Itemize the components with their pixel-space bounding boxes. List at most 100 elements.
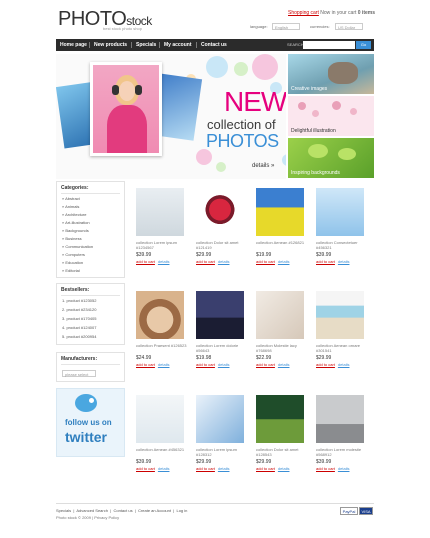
product-image[interactable] (196, 188, 244, 236)
product-name[interactable]: collection Lorem ipsum #1234567 (136, 240, 188, 250)
category-item[interactable]: » Communication (62, 244, 93, 250)
details-link[interactable]: details (218, 466, 230, 471)
add-to-cart-button[interactable]: add to cart (136, 362, 155, 367)
nav-my-account[interactable]: My account (164, 39, 192, 51)
footer-link-create-account[interactable]: Create an Account (138, 508, 171, 513)
add-to-cart-button[interactable]: add to cart (316, 259, 335, 264)
nav-home[interactable]: Home page (60, 39, 87, 51)
details-link[interactable]: details (338, 259, 350, 264)
details-link[interactable]: details (278, 259, 290, 264)
details-link[interactable]: details (338, 466, 350, 471)
details-link[interactable]: details (218, 259, 230, 264)
product-actions: add to cart details (196, 362, 229, 367)
category-item[interactable]: » Backgrounds (62, 228, 89, 234)
product-price: $19.98 (196, 355, 212, 361)
product-image[interactable] (136, 291, 184, 339)
nav-specials[interactable]: Specials (136, 39, 156, 51)
category-item[interactable]: » Art-illustration (62, 220, 90, 226)
footer-link-advanced-search[interactable]: Advanced Search (76, 508, 108, 513)
search-input[interactable] (303, 41, 355, 49)
manufacturer-select[interactable]: please select (62, 370, 96, 377)
thumb-inspiring-backgrounds[interactable]: Inspiring backgrounds (288, 138, 374, 178)
product-name[interactable]: collection Dolor sit amet #128543 (256, 447, 308, 457)
product-name[interactable]: collection Praesent #126523 (136, 343, 188, 348)
product-image[interactable] (256, 395, 304, 443)
bestseller-item[interactable]: 3. product #170405 (62, 316, 96, 321)
product-image[interactable] (316, 291, 364, 339)
nav-divider (131, 42, 132, 48)
thumb-creative-images[interactable]: Creative images (288, 54, 374, 94)
bestseller-item[interactable]: 5. product #200954 (62, 334, 96, 339)
blossom (350, 108, 357, 115)
thumb-label: Delightful illustration (291, 128, 336, 134)
add-to-cart-button[interactable]: add to cart (316, 466, 335, 471)
nav-contact[interactable]: Contact us (201, 39, 227, 51)
details-link[interactable]: details (158, 362, 170, 367)
twitter-follow-box[interactable]: follow us on twitter (56, 388, 125, 457)
product-image[interactable] (196, 395, 244, 443)
add-to-cart-button[interactable]: add to cart (196, 362, 215, 367)
details-link[interactable]: details (278, 466, 290, 471)
bestseller-item[interactable]: 4. product #124007 (62, 325, 96, 330)
product-name[interactable]: collection Dolor sit amet #121419 (196, 240, 248, 250)
thumb-delightful-illustration[interactable]: Delightful illustration (288, 96, 374, 136)
category-item[interactable]: » Education (62, 260, 83, 266)
add-to-cart-button[interactable]: add to cart (136, 259, 155, 264)
product-name[interactable]: collection Consectetuer #456321 (316, 240, 368, 250)
bestseller-item[interactable]: 1. product #123052 (62, 298, 96, 303)
product-image[interactable] (316, 188, 364, 236)
product-name[interactable]: collection Aenean #126821 (256, 240, 308, 245)
shopping-cart-link[interactable]: Shopping cart (288, 10, 319, 16)
product-image[interactable] (316, 395, 364, 443)
add-to-cart-button[interactable]: add to cart (316, 362, 335, 367)
blossom (298, 102, 306, 110)
add-to-cart-button[interactable]: add to cart (256, 259, 275, 264)
banner-details-link[interactable]: details » (252, 163, 274, 169)
category-item[interactable]: » Animals (62, 204, 79, 210)
product-name[interactable]: collection Lorem molestie #568912 (316, 447, 368, 457)
search-go-button[interactable]: Go (356, 41, 371, 49)
product-image[interactable] (256, 291, 304, 339)
footer-link-specials[interactable]: Specials (56, 508, 71, 513)
details-link[interactable]: details (158, 466, 170, 471)
category-item[interactable]: » Business (62, 236, 82, 242)
categories-box: Categories: » Abstract » Animals » Archi… (56, 181, 125, 278)
add-to-cart-button[interactable]: add to cart (256, 466, 275, 471)
product-name[interactable]: collection Aenean #456321 (136, 447, 188, 452)
nav-new-products[interactable]: New products (94, 39, 127, 51)
add-to-cart-button[interactable]: add to cart (136, 466, 155, 471)
currency-select[interactable]: US Dollar (335, 23, 363, 30)
product-name[interactable]: collection Aenean ornare #301541 (316, 343, 368, 353)
product-name[interactable]: collection Molestie lacy #768698 (256, 343, 308, 353)
product-name[interactable]: collection Lorem ipsum #128312 (196, 447, 248, 457)
footer-link-login[interactable]: Log in (176, 508, 187, 513)
product-price: $39.99 (136, 459, 152, 465)
bestseller-item[interactable]: 2. product #234120 (62, 307, 96, 312)
product-image[interactable] (256, 188, 304, 236)
language-select[interactable]: English (272, 23, 300, 30)
thumb-label: Inspiring backgrounds (291, 170, 340, 176)
footer-link-contact[interactable]: Contact us (113, 508, 132, 513)
details-link[interactable]: details (338, 362, 350, 367)
product-price: $22.99 (256, 355, 272, 361)
add-to-cart-button[interactable]: add to cart (256, 362, 275, 367)
twitter-wordmark: twitter (65, 429, 107, 445)
category-item[interactable]: » Abstract (62, 196, 80, 202)
category-item[interactable]: » Computers (62, 252, 85, 258)
banner-photos-text: PHOTOS (206, 131, 279, 151)
decor-dot (252, 54, 278, 80)
product-image[interactable] (136, 395, 184, 443)
details-link[interactable]: details (218, 362, 230, 367)
category-item[interactable]: » Architecture (62, 212, 86, 218)
hero-banner[interactable]: NEW collection of PHOTOS details » (56, 54, 286, 179)
add-to-cart-button[interactable]: add to cart (196, 259, 215, 264)
details-link[interactable]: details (278, 362, 290, 367)
product-image[interactable] (196, 291, 244, 339)
product-image[interactable] (136, 188, 184, 236)
category-item[interactable]: » Editorial (62, 268, 80, 274)
details-link[interactable]: details (158, 259, 170, 264)
product-price: $29.99 (196, 252, 212, 258)
add-to-cart-button[interactable]: add to cart (196, 466, 215, 471)
product-name[interactable]: collection Lorem dolorie #56643 (196, 343, 248, 353)
footer-divider (56, 503, 374, 504)
